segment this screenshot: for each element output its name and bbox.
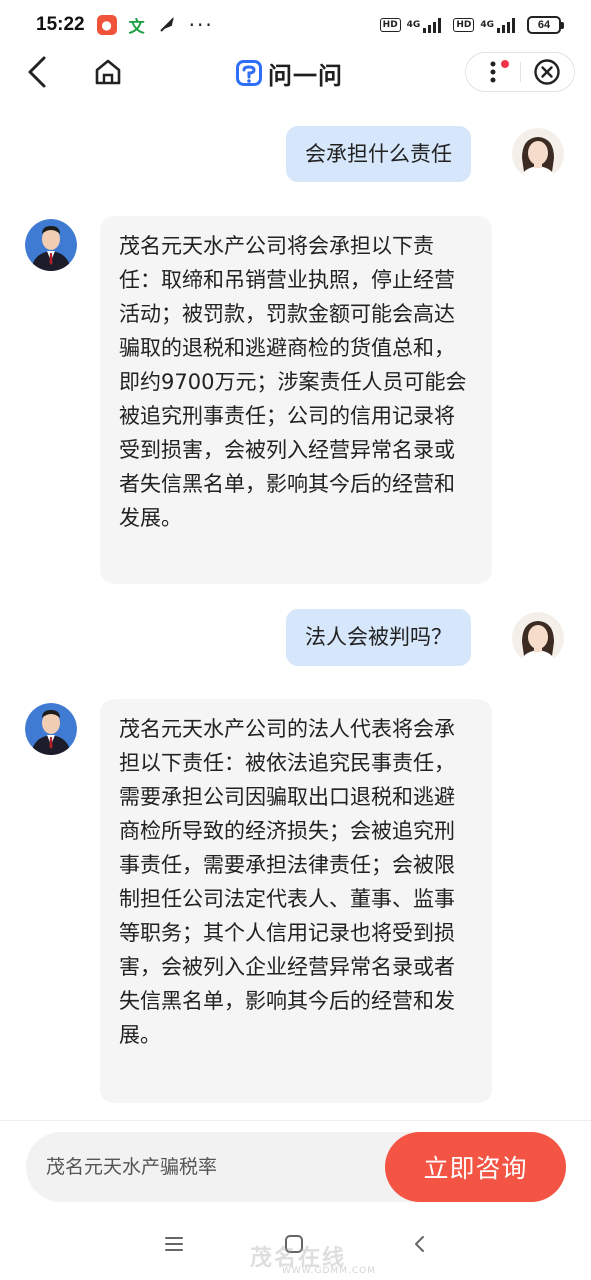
status-time: 15:22 — [36, 14, 85, 35]
close-circle-icon — [534, 59, 561, 85]
brand: 问一问 — [236, 56, 343, 90]
translate-icon: 文 — [128, 17, 145, 36]
question-input-text: 茂名元天水产骗税率 — [46, 1156, 218, 1178]
red-app-icon: ● — [96, 15, 117, 35]
hd-badge: HD — [453, 18, 475, 32]
more-vertical-icon — [490, 61, 496, 83]
network-type: 4G — [406, 19, 421, 30]
lawyer-avatar — [25, 703, 77, 755]
feather-icon — [157, 15, 177, 35]
mini-program-capsule — [465, 52, 575, 92]
nav-back-button[interactable] — [408, 1232, 432, 1256]
lawyer-message: 茂名元天水产公司的法人代表将会承担以下责任：被依法追究民事责任，需要承担公司因骗… — [100, 699, 492, 1103]
more-notifications-icon: ··· — [188, 13, 214, 37]
notification-dot — [501, 60, 509, 68]
home-button[interactable] — [90, 54, 126, 90]
header: 问一问 — [0, 50, 591, 96]
hd-badge: HD — [379, 18, 401, 32]
input-bar: 茂名元天水产骗税率 立即咨询 — [0, 1120, 591, 1210]
lawyer-avatar — [25, 219, 77, 271]
system-nav-bar: 茂名在线 WWW.GDMM.COM — [0, 1210, 591, 1280]
consult-now-button[interactable]: 立即咨询 — [385, 1132, 566, 1202]
more-button[interactable] — [466, 52, 520, 92]
close-button[interactable] — [521, 52, 574, 92]
page: 15:22 ● 文 ··· HD 4G HD 4G 64 问一问 会承担什么责任… — [0, 0, 591, 1280]
back-icon — [415, 1236, 424, 1252]
user-avatar — [512, 128, 564, 180]
brand-logo-icon — [236, 60, 262, 86]
menu-icon — [165, 1237, 183, 1251]
back-button[interactable] — [22, 54, 52, 90]
user-avatar — [512, 612, 564, 664]
page-title: 问一问 — [268, 61, 343, 90]
watermark-url: WWW.GDMM.COM — [282, 1266, 376, 1276]
signal-icon — [423, 17, 442, 33]
user-message: 法人会被判吗？ — [286, 609, 471, 666]
battery-icon: 64 — [527, 16, 564, 34]
status-right: HD 4G HD 4G 64 — [379, 16, 564, 34]
chevron-left-icon — [28, 56, 46, 88]
menu-button[interactable] — [162, 1232, 186, 1256]
network-type: 4G — [480, 19, 494, 30]
home-icon — [95, 59, 121, 85]
signal-icon — [497, 17, 515, 33]
user-message: 会承担什么责任 — [286, 126, 471, 182]
status-bar: 15:22 ● 文 ··· HD 4G HD 4G 64 — [0, 0, 591, 50]
lawyer-message: 茂名元天水产公司将会承担以下责任：取缔和吊销营业执照，停止经营活动；被罚款，罚款… — [100, 216, 492, 584]
